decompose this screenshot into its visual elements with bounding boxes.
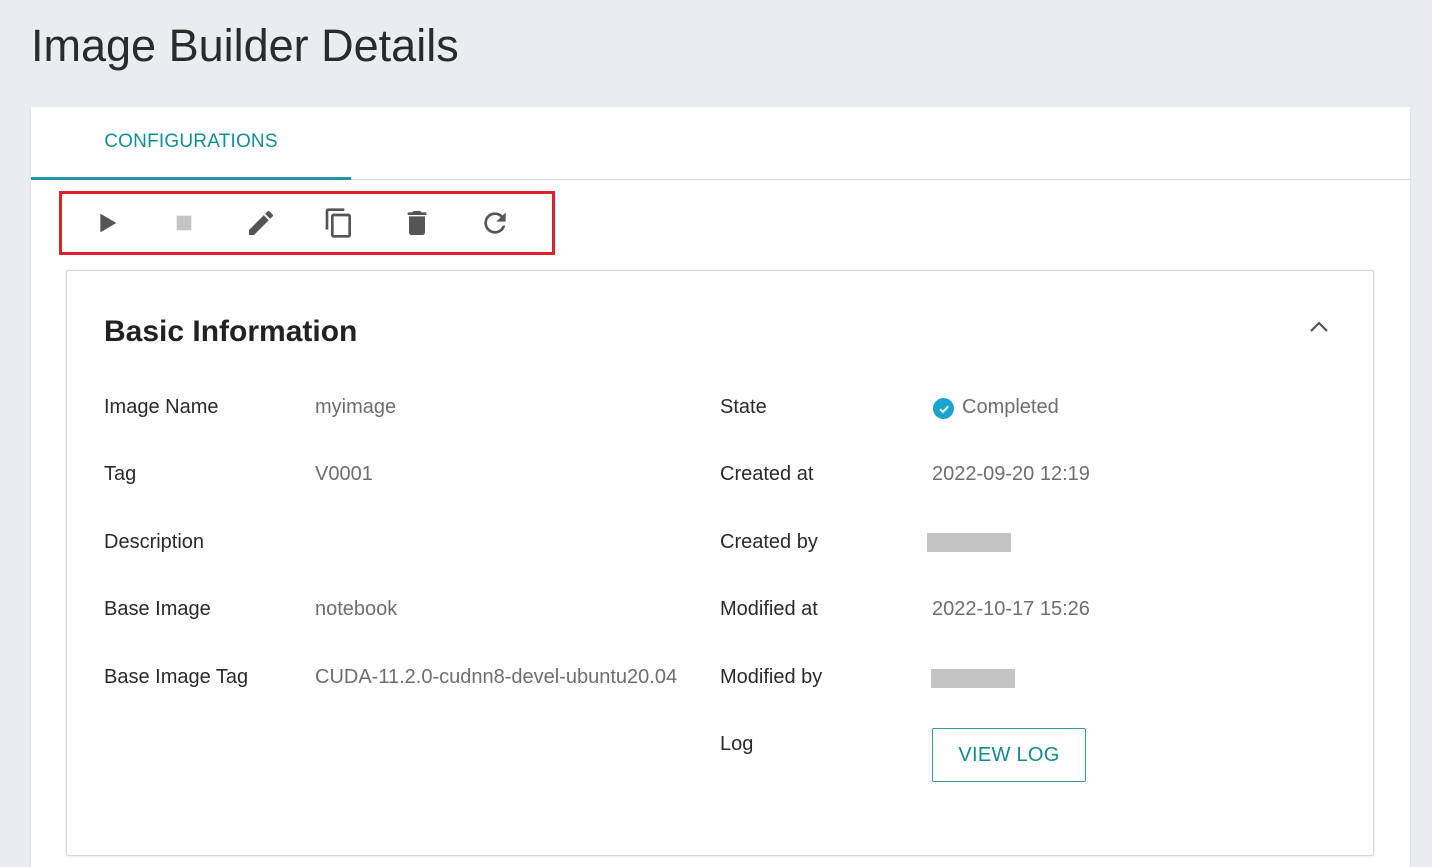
refresh-button[interactable] xyxy=(479,207,511,239)
base-image-tag-value: CUDA-11.2.0-cudnn8-devel-ubuntu20.04 xyxy=(315,666,678,688)
base-image-label: Base Image xyxy=(104,598,211,620)
tab-bar: CONFIGURATIONS xyxy=(31,107,1410,180)
created-by-label: Created by xyxy=(720,531,818,553)
image-name-value: myimage xyxy=(315,396,397,418)
image-name-label: Image Name xyxy=(104,396,219,418)
chevron-up-icon xyxy=(1310,321,1328,332)
details-panel: CONFIGURATIONS Basic Information Image N… xyxy=(31,107,1410,867)
modified-at-label: Modified at xyxy=(720,598,818,620)
created-at-value: 2022-09-20 12:19 xyxy=(932,463,1090,485)
modified-by-redacted-value xyxy=(931,669,1015,688)
tag-value: V0001 xyxy=(315,463,373,485)
tag-label: Tag xyxy=(104,463,137,485)
action-toolbar xyxy=(59,191,555,255)
log-label: Log xyxy=(720,733,754,755)
stop-icon xyxy=(176,215,192,231)
modified-at-value: 2022-10-17 15:26 xyxy=(932,598,1090,620)
state-label: State xyxy=(720,396,767,418)
completed-check-icon xyxy=(933,398,954,419)
refresh-icon xyxy=(484,212,506,234)
stop-button[interactable] xyxy=(168,207,200,239)
created-by-redacted-value xyxy=(927,533,1011,552)
view-log-button[interactable]: VIEW LOG xyxy=(932,728,1086,782)
basic-information-card: Basic Information Image Name myimage Tag… xyxy=(66,270,1374,856)
modified-by-label: Modified by xyxy=(720,666,823,688)
page-title: Image Builder Details xyxy=(31,20,459,71)
edit-button[interactable] xyxy=(245,207,277,239)
delete-button[interactable] xyxy=(401,207,433,239)
base-image-value: notebook xyxy=(315,598,398,620)
play-icon xyxy=(100,213,117,233)
delete-icon xyxy=(407,211,427,235)
section-title: Basic Information xyxy=(104,315,358,348)
edit-icon xyxy=(249,210,274,235)
base-image-tag-label: Base Image Tag xyxy=(104,666,249,688)
copy-button[interactable] xyxy=(323,207,355,239)
copy-icon xyxy=(325,208,351,238)
tab-configurations[interactable]: CONFIGURATIONS xyxy=(31,107,351,180)
collapse-button[interactable] xyxy=(1305,315,1333,339)
state-value: Completed xyxy=(962,396,1059,418)
created-at-label: Created at xyxy=(720,463,814,485)
play-button[interactable] xyxy=(91,207,123,239)
description-label: Description xyxy=(104,531,205,553)
